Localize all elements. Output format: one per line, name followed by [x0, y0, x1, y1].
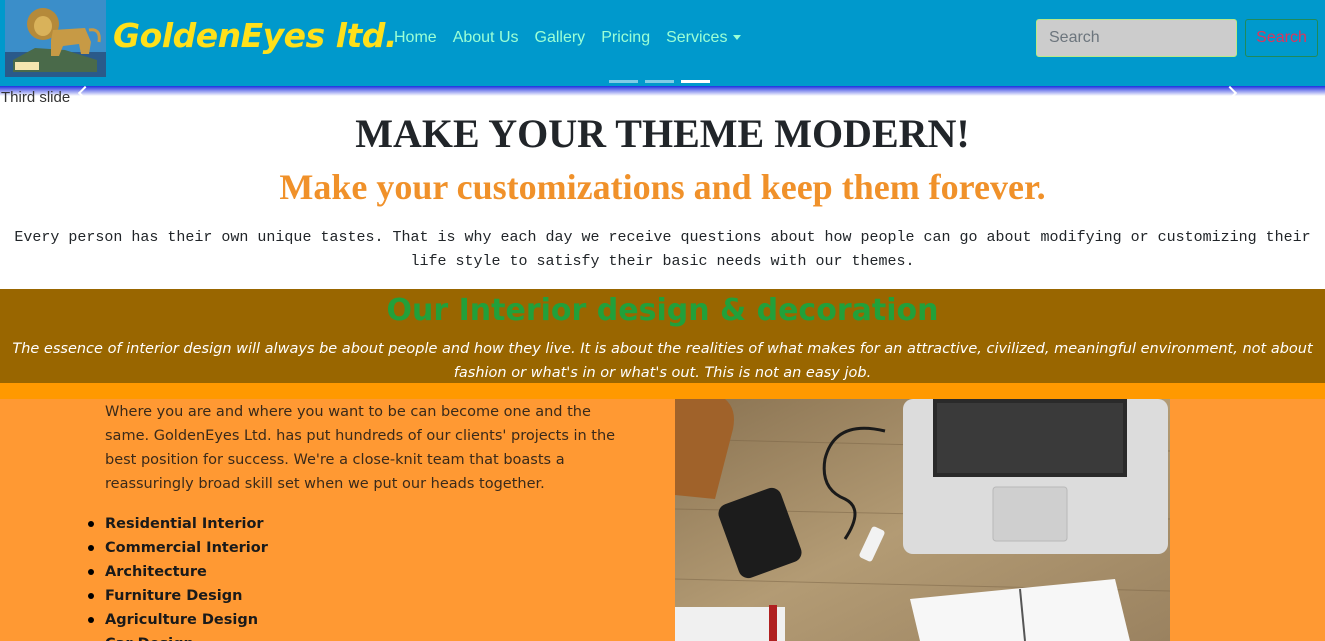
caret-down-icon — [733, 35, 742, 41]
hero-body: Every person has their own unique tastes… — [14, 229, 1311, 270]
search-button[interactable]: Search — [1245, 19, 1318, 57]
list-item: Agriculture Design — [88, 608, 268, 632]
services-list: Residential Interior Commercial Interior… — [88, 512, 268, 641]
nav-item-about-us[interactable]: About Us — [453, 29, 519, 47]
list-item: Car Design — [105, 632, 268, 641]
nav-item-services-label: Services — [666, 29, 728, 46]
list-item: Architecture — [88, 560, 268, 584]
main-nav: Home About Us Gallery Pricing Services — [394, 29, 757, 47]
carousel-slide-alt-text: Third slide — [1, 89, 71, 106]
nav-item-home[interactable]: Home — [394, 29, 437, 47]
carousel-indicator-2[interactable] — [645, 80, 674, 83]
nav-item-pricing[interactable]: Pricing — [601, 29, 650, 47]
interior-title: Our Interior design & decoration — [386, 293, 939, 328]
nav-item-gallery[interactable]: Gallery — [535, 29, 586, 47]
about-text: Where you are and where you want to be c… — [105, 404, 616, 492]
list-item: Furniture Design — [88, 584, 268, 608]
interior-section: Our Interior design & decoration The ess… — [0, 289, 1325, 383]
nav-item-services-dropdown[interactable]: Services — [666, 29, 742, 47]
hero-subtitle: Make your customizations and keep them f… — [279, 167, 1046, 207]
workspace-photo — [675, 399, 1170, 641]
lion-logo-icon[interactable] — [5, 0, 106, 77]
carousel-indicator-1[interactable] — [609, 80, 638, 83]
search-input[interactable]: Search — [1036, 19, 1237, 57]
section-divider — [0, 383, 1325, 399]
list-item: Commercial Interior — [88, 536, 268, 560]
hero-title: MAKE YOUR THEME MODERN! — [355, 111, 970, 156]
brand-name[interactable]: GoldenEyes ltd. — [113, 16, 397, 55]
interior-quote: The essence of interior design will alwa… — [12, 341, 1313, 381]
carousel-indicator-3-active[interactable] — [681, 80, 710, 83]
navbar: GoldenEyes ltd. Home About Us Gallery Pr… — [0, 0, 1325, 86]
list-item: Residential Interior — [88, 512, 268, 536]
carousel-indicators — [609, 80, 717, 83]
carousel-band — [0, 86, 1325, 96]
